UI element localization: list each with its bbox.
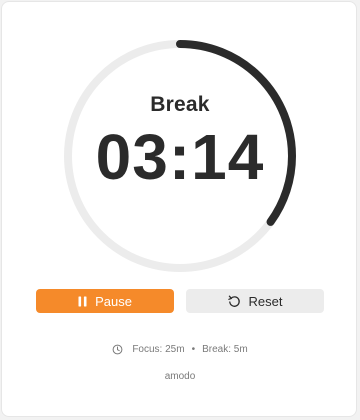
separator-dot: •	[191, 344, 196, 355]
time-display: 03:14	[95, 121, 265, 193]
focus-duration: Focus: 25m	[132, 344, 185, 355]
session-settings: Focus: 25m • Break: 5m	[0, 344, 360, 355]
pause-icon	[78, 296, 87, 307]
reset-button-label: Reset	[248, 293, 283, 309]
pause-button-label: Pause	[95, 293, 132, 309]
pause-button[interactable]: Pause	[36, 289, 174, 313]
phase-label: Break	[150, 93, 210, 116]
brand-name: amodo	[164, 371, 196, 382]
clock-icon	[112, 344, 123, 355]
reset-button[interactable]: Reset	[186, 289, 324, 313]
break-duration: Break: 5m	[202, 344, 248, 355]
reset-icon	[227, 295, 241, 308]
